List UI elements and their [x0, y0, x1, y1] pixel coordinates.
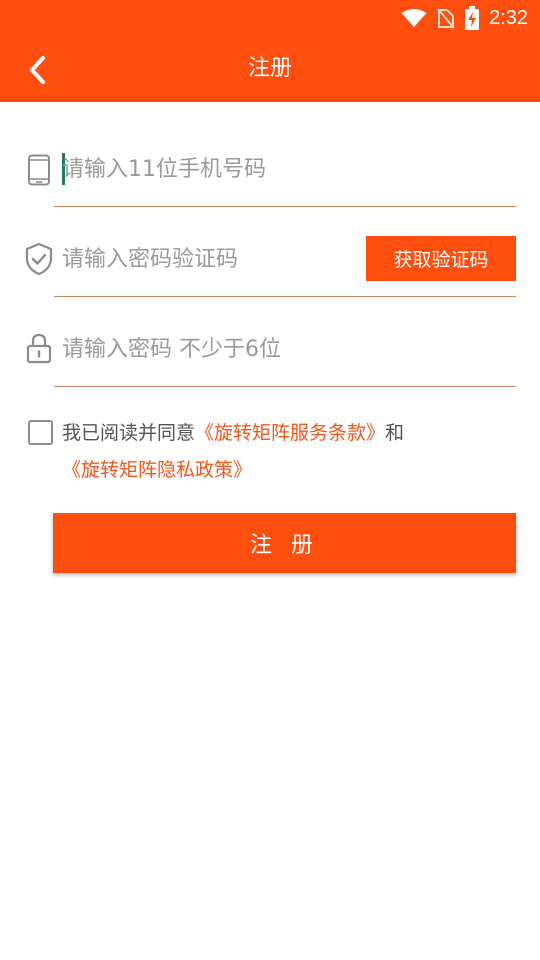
chevron-left-icon	[30, 56, 45, 84]
wifi-icon	[401, 9, 427, 27]
password-row	[0, 305, 540, 395]
privacy-link[interactable]: 《旋转矩阵隐私政策》	[62, 459, 252, 481]
agreement-text-line2: 《旋转矩阵隐私政策》	[62, 454, 252, 486]
back-button[interactable]	[18, 50, 58, 90]
shield-check-icon	[23, 242, 55, 276]
status-bar: 2:32	[0, 0, 540, 36]
battery-charging-icon	[465, 6, 480, 30]
register-button[interactable]: 注 册	[53, 513, 516, 573]
phone-row	[0, 125, 540, 215]
page-title: 注册	[247, 56, 292, 81]
status-icons: 2:32	[401, 6, 528, 30]
phone-icon	[23, 153, 55, 187]
code-underline	[54, 296, 516, 297]
password-input[interactable]	[62, 329, 502, 369]
no-sim-icon	[437, 8, 455, 29]
agreement-checkbox[interactable]	[28, 420, 53, 445]
status-time: 2:32	[489, 6, 528, 29]
register-screen: 2:32 注册 请输入11位手机号码 请输入密码验证码 获取验证码 我已阅读并同…	[0, 0, 540, 960]
agreement-text: 我已阅读并同意《旋转矩阵服务条款》和	[62, 417, 404, 449]
phone-underline	[54, 206, 516, 207]
agreement-connector: 和	[385, 422, 405, 444]
code-input[interactable]	[62, 239, 352, 279]
app-header: 注册	[0, 36, 540, 102]
phone-input[interactable]	[62, 149, 502, 189]
terms-link[interactable]: 《旋转矩阵服务条款》	[195, 422, 385, 444]
lock-icon	[23, 331, 55, 365]
agreement-prefix: 我已阅读并同意	[62, 422, 196, 444]
get-code-button[interactable]: 获取验证码	[366, 236, 516, 281]
password-underline	[54, 386, 516, 387]
